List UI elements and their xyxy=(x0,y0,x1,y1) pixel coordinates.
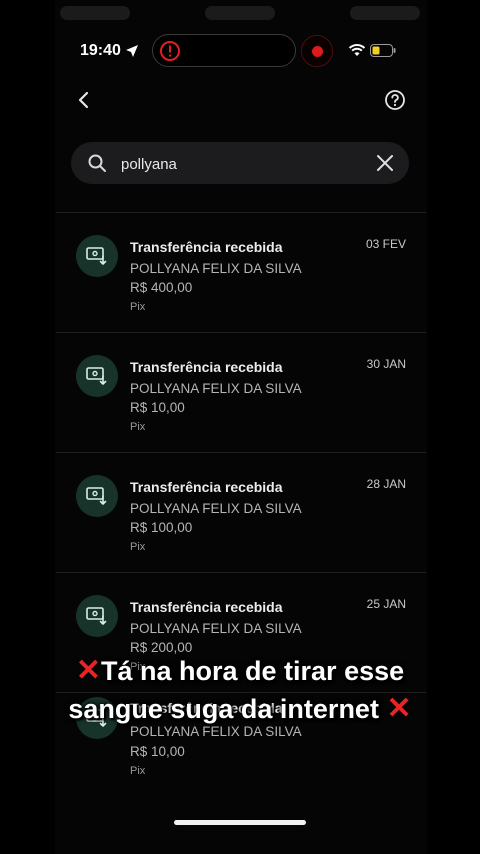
battery-low-icon xyxy=(370,44,396,57)
transaction-title: Transferência recebida xyxy=(130,479,283,495)
caption-text-2: sangue suga da internet xyxy=(68,694,379,724)
transaction-method: Pix xyxy=(130,421,146,433)
alert-icon xyxy=(160,41,180,61)
transaction-date: 25 JAN xyxy=(366,597,406,611)
help-circle-icon[interactable] xyxy=(384,89,406,111)
transaction-method: Pix xyxy=(130,765,146,777)
transaction-item[interactable]: Transferência recebida POLLYANA FELIX DA… xyxy=(56,333,426,453)
video-caption: ✕Tá na hora de tirar esse sangue suga da… xyxy=(0,652,480,728)
transaction-date: 28 JAN xyxy=(366,477,406,491)
transaction-counterparty: POLLYANA FELIX DA SILVA xyxy=(130,381,302,396)
transaction-amount: R$ 400,00 xyxy=(130,280,193,295)
caption-text-1: Tá na hora de tirar esse xyxy=(101,656,405,686)
money-receive-icon xyxy=(76,595,118,637)
transaction-title: Transferência recebida xyxy=(130,359,283,375)
caption-line-1: ✕Tá na hora de tirar esse xyxy=(0,652,480,690)
record-dot-icon xyxy=(312,46,323,57)
transaction-title: Transferência recebida xyxy=(130,239,283,255)
transaction-amount: R$ 100,00 xyxy=(130,520,193,535)
location-arrow-icon xyxy=(126,45,138,57)
back-button[interactable] xyxy=(72,88,96,112)
transaction-counterparty: POLLYANA FELIX DA SILVA xyxy=(130,621,302,636)
home-indicator[interactable] xyxy=(174,820,306,825)
transaction-amount: R$ 10,00 xyxy=(130,744,185,759)
transaction-date: 30 JAN xyxy=(366,357,406,371)
close-icon[interactable] xyxy=(376,154,394,172)
wifi-icon xyxy=(348,44,366,56)
blurred-top-overlay xyxy=(60,6,420,28)
red-cross-icon: ✕ xyxy=(386,692,412,725)
transaction-method: Pix xyxy=(130,301,146,313)
transaction-item[interactable]: Transferência recebida POLLYANA FELIX DA… xyxy=(56,453,426,573)
transaction-counterparty: POLLYANA FELIX DA SILVA xyxy=(130,501,302,516)
money-receive-icon xyxy=(76,475,118,517)
transaction-method: Pix xyxy=(130,541,146,553)
red-cross-icon: ✕ xyxy=(75,654,101,687)
search-icon xyxy=(88,154,106,172)
search-input[interactable] xyxy=(119,142,353,186)
search-bar[interactable] xyxy=(71,142,409,186)
status-bar: 19:40 xyxy=(0,34,480,68)
transaction-date: 03 FEV xyxy=(365,237,406,251)
caption-line-2: sangue suga da internet ✕ xyxy=(0,690,480,728)
app-screen: 19:40 pollyana Transferência recebida PO… xyxy=(0,0,480,854)
money-receive-icon xyxy=(76,235,118,277)
money-receive-icon xyxy=(76,355,118,397)
transaction-amount: R$ 10,00 xyxy=(130,400,185,415)
transaction-counterparty: POLLYANA FELIX DA SILVA xyxy=(130,261,302,276)
transaction-title: Transferência recebida xyxy=(130,599,283,615)
transaction-item[interactable]: Transferência recebida POLLYANA FELIX DA… xyxy=(56,213,426,333)
status-time: 19:40 xyxy=(80,42,121,59)
screen-recording-indicator xyxy=(301,35,333,67)
